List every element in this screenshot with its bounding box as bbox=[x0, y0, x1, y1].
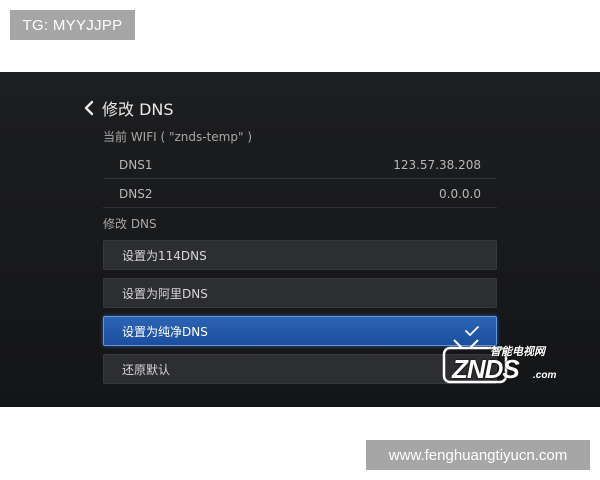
section-label: 修改 DNS bbox=[103, 217, 157, 231]
option-label: 设置为114DNS bbox=[122, 248, 207, 263]
tv-screen: 修改 DNS 当前 WIFI ( "znds-temp" ) DNS1 123.… bbox=[0, 72, 600, 407]
logo-suffix: .com bbox=[533, 370, 557, 381]
logo-text: ZNDS bbox=[452, 354, 520, 384]
header: 修改 DNS bbox=[82, 96, 174, 120]
checkmark-icon bbox=[465, 326, 479, 336]
option-label: 设置为纯净DNS bbox=[122, 324, 208, 339]
watermark-bottom: www.fenghuangtiyucn.com bbox=[366, 440, 590, 470]
option-alidns[interactable]: 设置为阿里DNS bbox=[103, 278, 497, 308]
option-114dns[interactable]: 设置为114DNS bbox=[103, 240, 497, 270]
option-label: 还原默认 bbox=[122, 362, 171, 377]
dns1-row: DNS1 123.57.38.208 bbox=[103, 151, 497, 179]
dns2-row: DNS2 0.0.0.0 bbox=[103, 180, 497, 208]
option-label: 设置为阿里DNS bbox=[122, 286, 208, 301]
dns2-value: 0.0.0.0 bbox=[439, 186, 481, 201]
watermark-top: TG: MYYJJPP bbox=[10, 10, 135, 40]
page-title: 修改 DNS bbox=[102, 100, 174, 119]
option-puredns-selected[interactable]: 设置为纯净DNS bbox=[103, 316, 497, 346]
dns2-label: DNS2 bbox=[119, 186, 153, 201]
option-restore-default[interactable]: 还原默认 bbox=[103, 354, 497, 384]
dns1-label: DNS1 bbox=[119, 157, 153, 172]
chevron-left-icon[interactable] bbox=[82, 98, 96, 118]
wifi-info: 当前 WIFI ( "znds-temp" ) bbox=[103, 130, 253, 144]
dns1-value: 123.57.38.208 bbox=[393, 157, 481, 172]
